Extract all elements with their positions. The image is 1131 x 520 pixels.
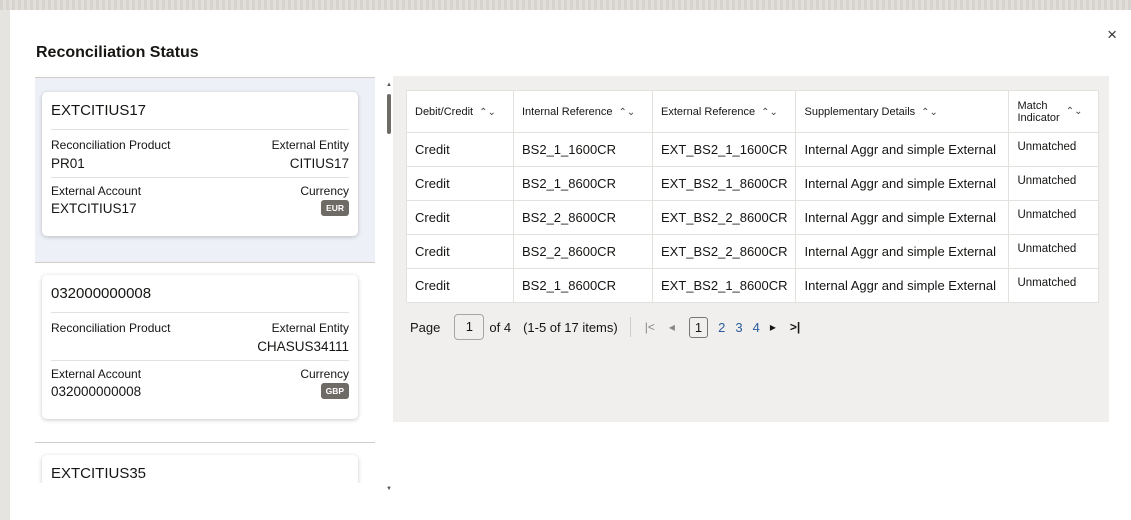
column-header-supplementary-details[interactable]: Supplementary Details ⌃⌄ xyxy=(795,90,1010,133)
account-value: EXTCITIUS17 xyxy=(51,200,137,216)
sort-icon[interactable]: ⌃⌄ xyxy=(1066,106,1083,117)
cell-internal-reference: BS2_1_8600CR xyxy=(513,268,653,303)
cell-debit-credit: Credit xyxy=(406,166,514,201)
card-value-row: EXTCITIUS17 EUR xyxy=(51,200,349,216)
cell-internal-reference: BS2_1_1600CR xyxy=(513,132,653,167)
account-card[interactable]: EXTCITIUS17 Reconciliation Product Exter… xyxy=(42,92,358,236)
list-item[interactable]: EXTCITIUS35 xyxy=(35,442,375,483)
cell-match-indicator: Unmatched xyxy=(1008,200,1100,235)
currency-badge: GBP xyxy=(320,383,349,399)
table-row[interactable]: Credit BS2_2_8600CR EXT_BS2_2_8600CR Int… xyxy=(406,200,1100,235)
list-item[interactable]: EXTCITIUS17 Reconciliation Product Exter… xyxy=(35,78,375,262)
product-label: Reconciliation Product xyxy=(51,321,171,335)
results-panel: Debit/Credit ⌃⌄ Internal Reference ⌃⌄ Exte… xyxy=(393,76,1109,422)
cell-external-reference: EXT_BS2_2_8600CR xyxy=(651,200,797,235)
sort-icon[interactable]: ⌃⌄ xyxy=(761,107,778,118)
column-header-internal-reference[interactable]: Internal Reference ⌃⌄ xyxy=(513,90,653,133)
table-row[interactable]: Credit BS2_1_8600CR EXT_BS2_1_8600CR Int… xyxy=(406,166,1100,201)
cell-match-indicator: Unmatched xyxy=(1008,132,1100,167)
currency-badge: EUR xyxy=(321,200,349,216)
background-strip xyxy=(0,0,1131,10)
currency-label: Currency xyxy=(300,184,349,198)
close-icon[interactable]: × xyxy=(1107,26,1117,43)
list-item[interactable]: 032000000008 Reconciliation Product Exte… xyxy=(35,262,375,442)
sort-icon[interactable]: ⌃⌄ xyxy=(619,107,636,118)
previous-page-icon[interactable]: ◂ xyxy=(669,320,675,334)
cell-internal-reference: BS2_2_8600CR xyxy=(513,200,653,235)
account-list: EXTCITIUS17 Reconciliation Product Exter… xyxy=(35,77,375,483)
account-value: 032000000008 xyxy=(51,383,142,399)
product-label: Reconciliation Product xyxy=(51,138,171,152)
table-row[interactable]: Credit BS2_2_8600CR EXT_BS2_2_8600CR Int… xyxy=(406,234,1100,269)
product-value: PR01 xyxy=(51,156,85,171)
cell-external-reference: EXT_BS2_1_8600CR xyxy=(651,166,797,201)
entity-value: CITIUS17 xyxy=(289,156,349,171)
reconciliation-table: Debit/Credit ⌃⌄ Internal Reference ⌃⌄ Exte… xyxy=(406,90,1100,303)
card-label-row: Reconciliation Product External Entity xyxy=(51,321,349,335)
cell-supplementary-details: Internal Aggr and simple External xyxy=(795,200,1010,235)
card-label-row: External Account Currency xyxy=(51,184,349,198)
page-label: Page xyxy=(410,319,441,335)
cell-debit-credit: Credit xyxy=(406,132,514,167)
account-label: External Account xyxy=(51,184,142,198)
pagination: Page 1 of 4 (1-5 of 17 items) |< ◂ 1 2 3… xyxy=(410,314,814,340)
first-page-icon[interactable]: |< xyxy=(645,320,655,334)
pager-divider xyxy=(629,317,631,337)
card-value-row: 032000000008 GBP xyxy=(51,383,349,399)
cell-debit-credit: Credit xyxy=(406,200,514,235)
scroll-down-icon[interactable]: ▼ xyxy=(384,486,394,492)
table-row[interactable]: Credit BS2_1_8600CR EXT_BS2_1_8600CR Int… xyxy=(406,268,1100,303)
table-header-row: Debit/Credit ⌃⌄ Internal Reference ⌃⌄ Exte… xyxy=(406,90,1100,133)
next-page-icon[interactable]: ▸ xyxy=(770,320,776,334)
entity-label: External Entity xyxy=(271,321,349,335)
dialog-title: Reconciliation Status xyxy=(36,44,199,61)
cell-external-reference: EXT_BS2_1_1600CR xyxy=(651,132,797,167)
table-row[interactable]: Credit BS2_1_1600CR EXT_BS2_1_1600CR Int… xyxy=(406,132,1100,167)
page-button-3[interactable]: 3 xyxy=(735,320,742,335)
page-button-1[interactable]: 1 xyxy=(688,316,709,338)
scrollbar-thumb[interactable] xyxy=(387,94,391,134)
reconciliation-status-dialog: Reconciliation Status × EXTCITIUS17 Reco… xyxy=(10,10,1131,520)
cell-debit-credit: Credit xyxy=(406,268,514,303)
card-title: EXTCITIUS35 xyxy=(51,465,147,482)
cell-external-reference: EXT_BS2_2_8600CR xyxy=(651,234,797,269)
cell-match-indicator: Unmatched xyxy=(1008,166,1100,201)
page-count-label: of 4 xyxy=(489,319,512,335)
page-number-input[interactable]: 1 xyxy=(454,314,485,340)
card-label-row: Reconciliation Product External Entity xyxy=(51,138,349,152)
entity-label: External Entity xyxy=(271,138,349,152)
entity-value: CHASUS34111 xyxy=(257,339,349,354)
column-header-external-reference[interactable]: External Reference ⌃⌄ xyxy=(651,90,797,133)
column-header-debit-credit[interactable]: Debit/Credit ⌃⌄ xyxy=(406,90,514,133)
card-value-row: PR01 CITIUS17 xyxy=(51,156,349,171)
account-label: External Account xyxy=(51,367,142,381)
cell-supplementary-details: Internal Aggr and simple External xyxy=(795,166,1010,201)
sort-icon[interactable]: ⌃⌄ xyxy=(479,107,496,118)
page-button-2[interactable]: 2 xyxy=(718,320,725,335)
item-range-label: (1-5 of 17 items) xyxy=(523,319,618,335)
cell-external-reference: EXT_BS2_1_8600CR xyxy=(651,268,797,303)
account-card[interactable]: EXTCITIUS35 xyxy=(42,455,358,483)
card-value-row: CHASUS34111 xyxy=(51,339,349,354)
card-label-row: External Account Currency xyxy=(51,367,349,381)
cell-match-indicator: Unmatched xyxy=(1008,268,1100,303)
cell-internal-reference: BS2_1_8600CR xyxy=(513,166,653,201)
column-header-match-indicator[interactable]: Match Indicator ⌃⌄ xyxy=(1008,90,1100,133)
cell-supplementary-details: Internal Aggr and simple External xyxy=(795,234,1010,269)
account-card[interactable]: 032000000008 Reconciliation Product Exte… xyxy=(42,275,358,419)
cell-supplementary-details: Internal Aggr and simple External xyxy=(795,132,1010,167)
currency-label: Currency xyxy=(300,367,349,381)
card-title: EXTCITIUS17 xyxy=(51,92,349,130)
last-page-icon[interactable]: >| xyxy=(790,320,800,334)
card-title: 032000000008 xyxy=(51,275,349,313)
page-button-4[interactable]: 4 xyxy=(753,320,760,335)
sort-icon[interactable]: ⌃⌄ xyxy=(921,107,938,118)
divider xyxy=(51,360,349,361)
cell-internal-reference: BS2_2_8600CR xyxy=(513,234,653,269)
cell-match-indicator: Unmatched xyxy=(1008,234,1100,269)
cell-debit-credit: Credit xyxy=(406,234,514,269)
cell-supplementary-details: Internal Aggr and simple External xyxy=(795,268,1010,303)
divider xyxy=(51,177,349,178)
